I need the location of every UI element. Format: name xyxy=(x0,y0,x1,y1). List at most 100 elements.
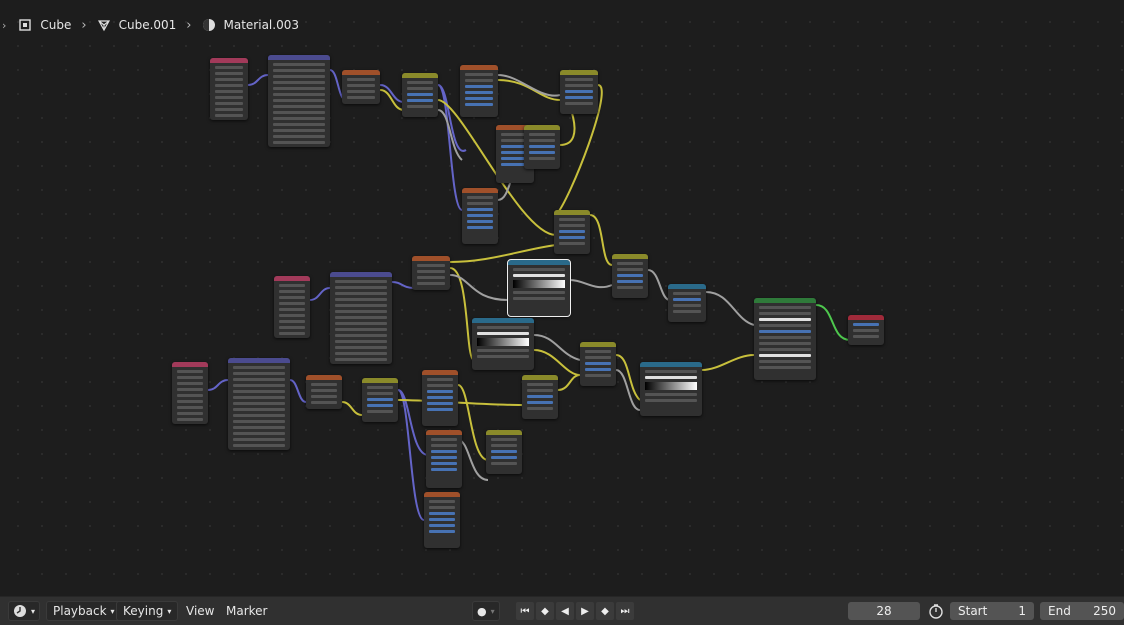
node-socket-row[interactable] xyxy=(233,426,285,429)
node-socket-row[interactable] xyxy=(407,99,433,102)
node-socket-row[interactable] xyxy=(177,370,203,373)
node-socket-row[interactable] xyxy=(177,388,203,391)
node-socket-row[interactable] xyxy=(311,401,337,404)
node-socket-row[interactable] xyxy=(559,224,585,227)
node-socket-row[interactable] xyxy=(465,79,493,82)
node-header[interactable] xyxy=(524,125,560,130)
node-socket-row[interactable] xyxy=(215,66,243,69)
node-socket-row[interactable] xyxy=(335,304,387,307)
node-header[interactable] xyxy=(342,70,380,75)
mix-node[interactable] xyxy=(668,284,706,322)
auto-keying-toggle[interactable]: ● ▾ xyxy=(472,601,500,621)
node-socket-row[interactable] xyxy=(467,208,493,211)
node-header[interactable] xyxy=(612,254,648,259)
node-socket-row[interactable] xyxy=(585,356,611,359)
node-socket-row[interactable] xyxy=(367,398,393,401)
node-socket-row[interactable] xyxy=(429,506,455,509)
node-socket-row[interactable] xyxy=(215,114,243,117)
node-socket-row[interactable] xyxy=(673,298,701,301)
node-socket-row[interactable] xyxy=(407,87,433,90)
node-header[interactable] xyxy=(486,430,522,435)
node-socket-row[interactable] xyxy=(585,350,611,353)
jump-end-icon[interactable]: ⏭ xyxy=(616,602,634,620)
node-socket-row[interactable] xyxy=(273,117,325,120)
node-socket-row[interactable] xyxy=(513,274,565,277)
node-socket-row[interactable] xyxy=(759,366,811,369)
noise-texture-node[interactable] xyxy=(462,188,498,244)
node-socket-row[interactable] xyxy=(335,334,387,337)
node-socket-row[interactable] xyxy=(565,78,593,81)
node-socket-row[interactable] xyxy=(759,336,811,339)
node-socket-row[interactable] xyxy=(527,383,553,386)
node-socket-row[interactable] xyxy=(177,394,203,397)
node-socket-row[interactable] xyxy=(673,304,701,307)
node-socket-row[interactable] xyxy=(585,362,611,365)
color-ramp-node[interactable] xyxy=(507,259,571,317)
gradient-texture-node[interactable] xyxy=(412,256,450,290)
node-socket-row[interactable] xyxy=(177,406,203,409)
node-socket-row[interactable] xyxy=(347,84,375,87)
math-node[interactable] xyxy=(486,430,522,474)
node-socket-row[interactable] xyxy=(273,141,325,144)
node-socket-row[interactable] xyxy=(465,73,493,76)
node-socket-row[interactable] xyxy=(759,324,811,327)
node-socket-row[interactable] xyxy=(177,418,203,421)
node-socket-row[interactable] xyxy=(477,349,529,352)
playback-menu[interactable]: Playback ▾ xyxy=(46,601,122,621)
node-socket-row[interactable] xyxy=(233,396,285,399)
node-socket-row[interactable] xyxy=(491,438,517,441)
node-header[interactable] xyxy=(554,210,590,215)
node-socket-row[interactable] xyxy=(427,396,453,399)
node-socket-row[interactable] xyxy=(427,384,453,387)
math-node[interactable] xyxy=(554,210,590,254)
node-socket-row[interactable] xyxy=(527,401,553,404)
node-socket-row[interactable] xyxy=(335,310,387,313)
node-socket-row[interactable] xyxy=(645,393,697,396)
node-socket-row[interactable] xyxy=(273,129,325,132)
node-socket-row[interactable] xyxy=(529,151,555,154)
node-socket-row[interactable] xyxy=(429,524,455,527)
node-socket-row[interactable] xyxy=(429,530,455,533)
gradient-texture-node[interactable] xyxy=(306,375,342,409)
node-socket-row[interactable] xyxy=(233,420,285,423)
node-socket-row[interactable] xyxy=(427,378,453,381)
node-socket-row[interactable] xyxy=(559,242,585,245)
node-header[interactable] xyxy=(306,375,342,380)
node-socket-row[interactable] xyxy=(491,450,517,453)
node-socket-row[interactable] xyxy=(429,500,455,503)
node-socket-row[interactable] xyxy=(273,111,325,114)
node-socket-row[interactable] xyxy=(853,335,879,338)
node-socket-row[interactable] xyxy=(645,399,697,402)
node-socket-row[interactable] xyxy=(759,354,811,357)
noise-texture-node[interactable] xyxy=(424,492,460,548)
node-socket-row[interactable] xyxy=(215,78,243,81)
node-header[interactable] xyxy=(580,342,616,347)
color-ramp-node[interactable] xyxy=(640,362,702,416)
node-socket-row[interactable] xyxy=(491,462,517,465)
node-socket-row[interactable] xyxy=(233,408,285,411)
node-socket-row[interactable] xyxy=(279,296,305,299)
node-socket-row[interactable] xyxy=(367,386,393,389)
mapping-node[interactable] xyxy=(268,55,330,147)
next-keyframe-icon[interactable]: ◆ xyxy=(596,602,614,620)
math-node[interactable] xyxy=(560,70,598,114)
math-node[interactable] xyxy=(524,125,560,169)
node-socket-row[interactable] xyxy=(431,462,457,465)
texture-coordinate-node[interactable] xyxy=(274,276,310,338)
noise-texture-node[interactable] xyxy=(460,65,498,117)
node-socket-row[interactable] xyxy=(467,202,493,205)
node-header[interactable] xyxy=(424,492,460,497)
play-reverse-icon[interactable]: ◀ xyxy=(556,602,574,620)
node-socket-row[interactable] xyxy=(759,306,811,309)
node-socket-row[interactable] xyxy=(215,108,243,111)
color-ramp-node[interactable] xyxy=(472,318,534,370)
node-socket-row[interactable] xyxy=(335,346,387,349)
color-ramp-gradient[interactable] xyxy=(513,280,565,288)
node-socket-row[interactable] xyxy=(347,96,375,99)
node-socket-row[interactable] xyxy=(759,348,811,351)
color-ramp-gradient[interactable] xyxy=(477,338,529,346)
gradient-texture-node[interactable] xyxy=(342,70,380,104)
node-socket-row[interactable] xyxy=(367,392,393,395)
node-header[interactable] xyxy=(274,276,310,281)
node-socket-row[interactable] xyxy=(427,408,453,411)
